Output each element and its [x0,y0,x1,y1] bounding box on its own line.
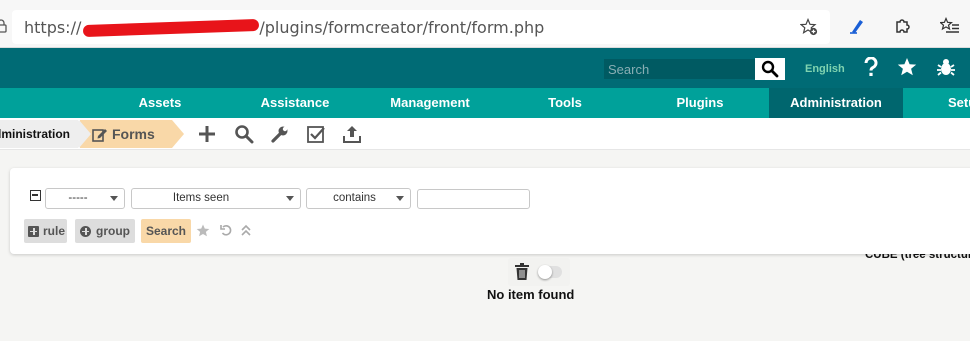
chevron-down-icon [110,196,118,201]
menu-item-administration[interactable]: Administration [769,88,903,118]
checklist-icon[interactable] [306,124,326,144]
chevron-down-icon [396,196,404,201]
add-group-label: group [96,224,130,238]
remove-criterion-icon[interactable] [30,190,41,201]
reset-undo-icon[interactable] [220,224,233,237]
plus-circle-icon [80,225,91,237]
search-icon[interactable] [234,124,254,144]
add-rule-button[interactable]: rule [24,219,67,243]
search-icon [761,60,779,78]
toggle-switch[interactable] [538,265,562,279]
add-group-button[interactable]: group [75,219,135,243]
menu-item-plugins[interactable]: Plugins [660,88,740,118]
search-button[interactable]: Search [141,219,191,243]
help-icon[interactable] [862,57,880,77]
breadcrumb-forms[interactable]: Forms [79,120,184,148]
url-path: /plugins/formcreator/front/form.php [259,18,545,37]
extensions-puzzle-icon[interactable] [893,17,911,35]
link-select[interactable]: ----- [45,188,125,209]
global-search-input[interactable] [604,59,756,79]
menu-item-assistance[interactable]: Assistance [240,88,350,118]
edit-icon [92,129,107,142]
breadcrumb-parent-label: Administration [0,127,70,141]
field-select-value: Items seen [172,192,230,204]
main-menu: Assets Assistance Management Tools Plugi… [0,88,970,118]
wrench-icon[interactable] [270,124,290,144]
operator-select[interactable]: contains [306,188,411,209]
chevron-down-icon [286,196,294,201]
global-search-button[interactable] [755,58,785,80]
browser-toolbar: https:// /plugins/formcreator/front/form.… [0,0,970,48]
collapse-chevrons-icon[interactable] [241,224,251,237]
top-header: English [0,48,970,88]
plus-square-icon [28,225,39,237]
menu-item-management[interactable]: Management [370,88,490,118]
favorites-list-icon[interactable] [940,17,960,35]
extension-pen-icon[interactable] [848,17,866,35]
upload-icon[interactable] [342,124,362,144]
search-criteria-panel: ----- Items seen contains rule group Sea… [10,168,970,254]
add-rule-label: rule [43,224,66,238]
criterion-value-input[interactable] [417,189,530,209]
url-redaction [83,18,260,37]
menu-item-setup[interactable]: Setup [948,88,970,118]
trash-icon[interactable] [514,263,530,280]
empty-results-message: No item found [487,287,575,302]
lock-icon[interactable] [0,19,7,33]
menu-item-tools[interactable]: Tools [530,88,600,118]
bookmarks-star-icon[interactable] [896,57,918,77]
url-scheme: https:// [24,18,82,37]
operator-select-value: contains [333,192,376,204]
menu-item-assets[interactable]: Assets [110,88,210,118]
breadcrumb-administration[interactable]: Administration [0,120,90,148]
breadcrumb-current-label: Forms [112,126,155,142]
language-link[interactable]: English [805,63,845,75]
field-select[interactable]: Items seen [131,188,301,209]
debug-bug-icon[interactable] [936,57,956,77]
add-icon[interactable] [197,124,217,144]
address-bar[interactable]: https:// /plugins/formcreator/front/form.… [12,10,830,44]
breadcrumb: Administration Forms CUBE (tree structur… [0,118,970,261]
save-search-star-icon[interactable] [196,224,210,238]
add-favorite-icon[interactable] [800,18,818,36]
